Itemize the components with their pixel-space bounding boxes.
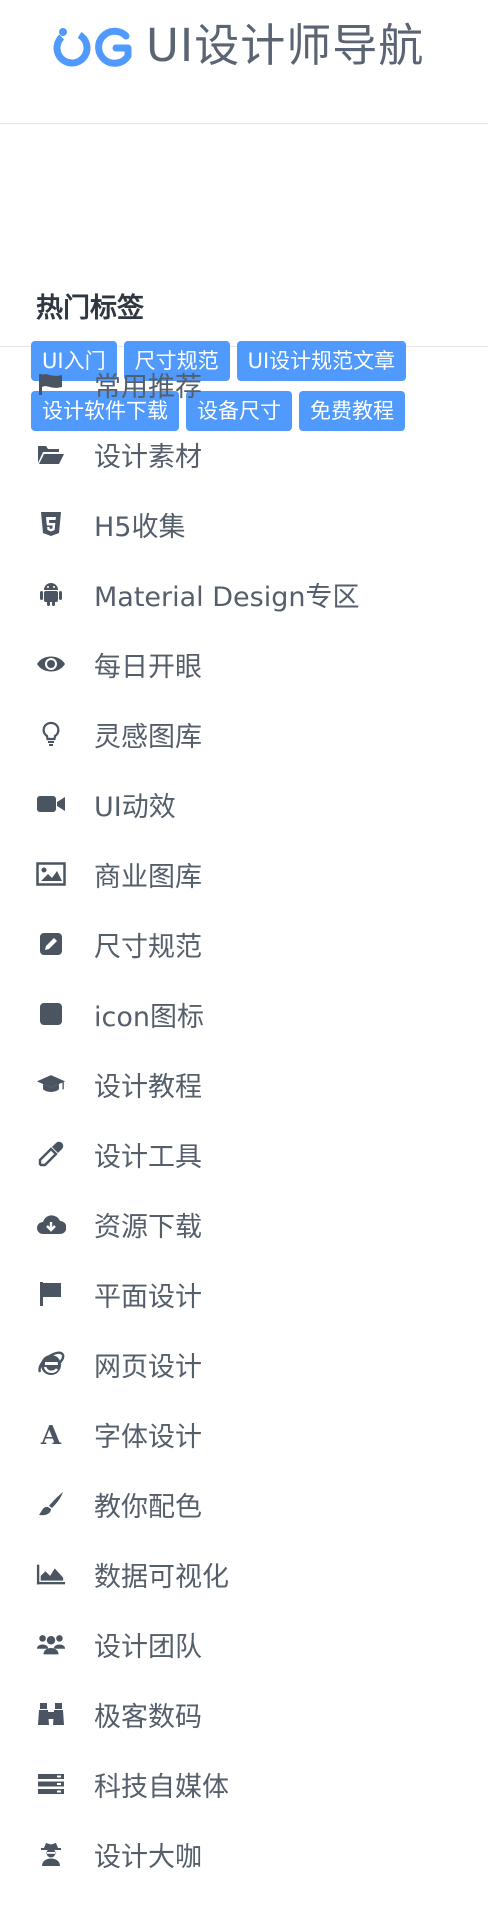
- menu-label: 科技自媒体: [94, 1771, 229, 1803]
- menu-label: icon图标: [94, 1001, 204, 1033]
- binoculars-icon: [36, 1699, 66, 1729]
- menu-label: H5收集: [94, 511, 186, 543]
- menu-label: 教你配色: [94, 1491, 202, 1523]
- svg-text:A: A: [40, 1421, 62, 1447]
- menu-item-h5[interactable]: H5收集: [0, 489, 488, 559]
- users-icon: [36, 1629, 66, 1659]
- menu-item-icons[interactable]: icon图标: [0, 979, 488, 1049]
- menu-label: 设计团队: [94, 1631, 202, 1663]
- site-logo[interactable]: UI设计师导航: [52, 20, 424, 72]
- menu-label: 设计素材: [94, 441, 202, 473]
- menu-label: 设计大咖: [94, 1841, 202, 1873]
- menu-item-material-design[interactable]: Material Design专区: [0, 559, 488, 629]
- html5-icon: [36, 509, 66, 539]
- menu-label: 常用推荐: [94, 371, 202, 403]
- menu-item-daily-eye[interactable]: 每日开眼: [0, 629, 488, 699]
- square-icon: [36, 999, 66, 1029]
- menu-label: UI动效: [94, 791, 176, 823]
- eye-icon: [36, 649, 66, 679]
- area-chart-icon: [36, 1559, 66, 1589]
- graduation-cap-icon: [36, 1069, 66, 1099]
- paint-brush-icon: [36, 1489, 66, 1519]
- menu-label: 设计工具: [94, 1141, 202, 1173]
- menu-label: 极客数码: [94, 1701, 202, 1733]
- menu-label: 资源下载: [94, 1211, 202, 1243]
- menu-label: 网页设计: [94, 1351, 202, 1383]
- category-menu: 常用推荐 设计素材 H5收集 Material Design专区 每日开眼 灵感…: [0, 349, 488, 1889]
- menu-item-web-design[interactable]: 网页设计: [0, 1329, 488, 1399]
- menu-item-font-design[interactable]: A 字体设计: [0, 1399, 488, 1469]
- menu-label: 设计教程: [94, 1071, 202, 1103]
- menu-label: 灵感图库: [94, 721, 202, 753]
- menu-item-graphic-design[interactable]: 平面设计: [0, 1259, 488, 1329]
- user-secret-icon: [36, 1839, 66, 1869]
- menu-label: 数据可视化: [94, 1561, 229, 1593]
- hot-tags-section: 热门标签 UI入门 尺寸规范 UI设计规范文章 设计软件下载 设备尺寸 免费教程: [0, 124, 488, 431]
- menu-item-common[interactable]: 常用推荐: [0, 349, 488, 419]
- edit-icon: [36, 929, 66, 959]
- folder-open-icon: [36, 439, 66, 469]
- header: UI设计师导航: [0, 0, 488, 124]
- cloud-download-icon: [36, 1209, 66, 1239]
- menu-label: 商业图库: [94, 861, 202, 893]
- menu-item-design-teams[interactable]: 设计团队: [0, 1609, 488, 1679]
- lightbulb-icon: [36, 719, 66, 749]
- menu-item-inspiration[interactable]: 灵感图库: [0, 699, 488, 769]
- server-icon: [36, 1769, 66, 1799]
- menu-label: 尺寸规范: [94, 931, 202, 963]
- font-icon: A: [36, 1419, 66, 1449]
- site-title: UI设计师导航: [146, 19, 425, 72]
- internet-explorer-icon: [36, 1349, 66, 1379]
- menu-item-stock-images[interactable]: 商业图库: [0, 839, 488, 909]
- menu-item-downloads[interactable]: 资源下载: [0, 1189, 488, 1259]
- video-camera-icon: [36, 789, 66, 819]
- image-icon: [36, 859, 66, 889]
- logo-icon: [53, 27, 132, 67]
- menu-item-ui-motion[interactable]: UI动效: [0, 769, 488, 839]
- menu-item-materials[interactable]: 设计素材: [0, 419, 488, 489]
- eyedropper-icon: [36, 1139, 66, 1169]
- menu-label: 字体设计: [94, 1421, 202, 1453]
- menu-item-size-spec[interactable]: 尺寸规范: [0, 909, 488, 979]
- menu-label: 每日开眼: [94, 651, 202, 683]
- menu-item-tech-media[interactable]: 科技自媒体: [0, 1749, 488, 1819]
- menu-label: Material Design专区: [94, 581, 360, 613]
- menu-label: 平面设计: [94, 1281, 202, 1313]
- flag-filled-icon: [36, 1279, 66, 1309]
- menu-item-color[interactable]: 教你配色: [0, 1469, 488, 1539]
- menu-item-data-viz[interactable]: 数据可视化: [0, 1539, 488, 1609]
- flag-icon: [36, 369, 66, 399]
- menu-item-tools[interactable]: 设计工具: [0, 1119, 488, 1189]
- menu-item-design-stars[interactable]: 设计大咖: [0, 1819, 488, 1889]
- hot-tags-heading: 热门标签: [36, 293, 144, 324]
- menu-item-tutorials[interactable]: 设计教程: [0, 1049, 488, 1119]
- menu-item-geek-digital[interactable]: 极客数码: [0, 1679, 488, 1749]
- android-icon: [36, 579, 66, 609]
